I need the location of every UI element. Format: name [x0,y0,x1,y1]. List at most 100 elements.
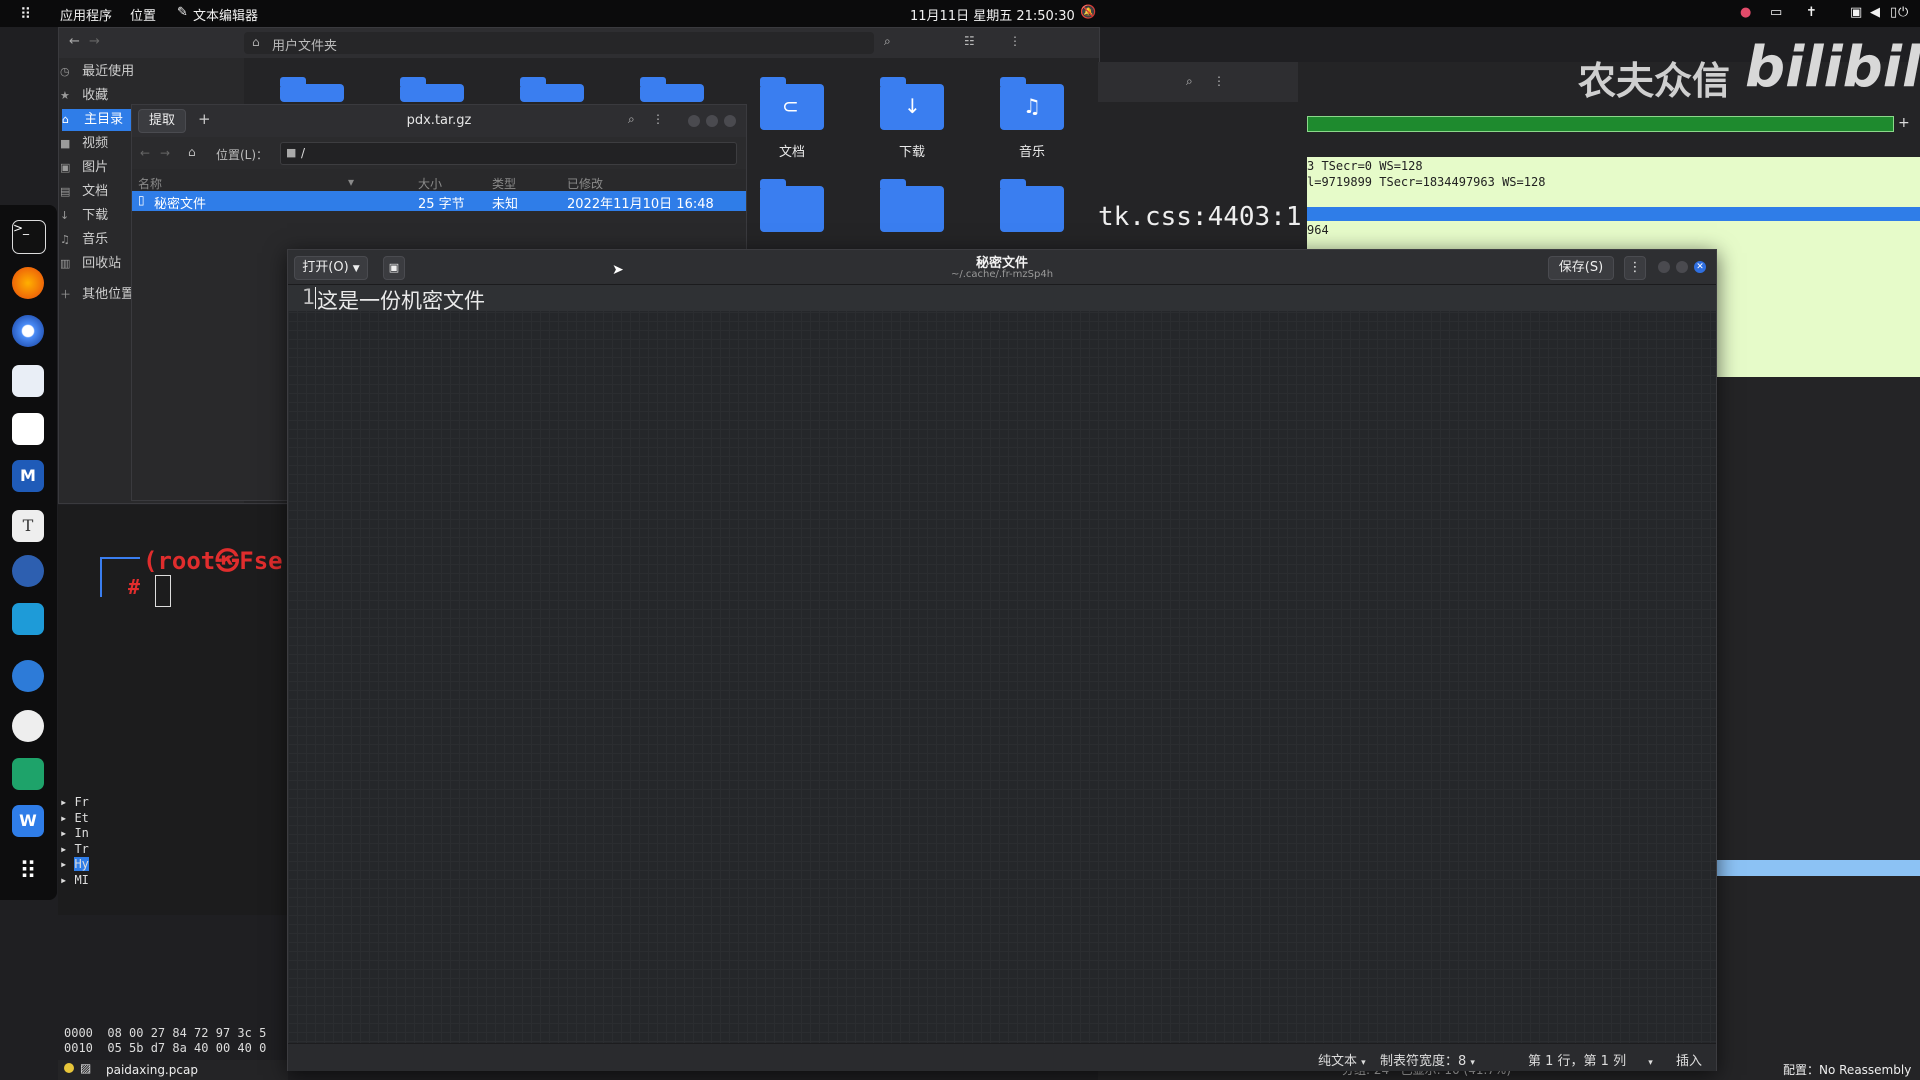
packet-row[interactable]: l=9719899 TSecr=1834497963 WS=128 [1307,175,1545,189]
location-input[interactable]: ■ / [280,142,737,165]
forward-icon[interactable]: → [89,34,100,49]
tray-app-icon[interactable]: ● [1740,5,1751,20]
folder-icon[interactable] [400,77,464,102]
chromium-icon[interactable] [12,315,44,347]
chevron-down-icon: ▾ [1361,1058,1366,1068]
path-location[interactable]: 用户文件夹 [272,35,337,54]
volume-icon[interactable]: ◀ [1870,5,1880,20]
file-type: 未知 [492,197,519,212]
folder-documents[interactable]: ⊂ [760,77,824,130]
firefox-icon[interactable] [12,267,44,299]
display-icon[interactable]: ▣ [1850,5,1862,20]
video-icon: ■ [60,137,71,150]
text-cursor [315,287,316,309]
settings-gear-icon[interactable] [12,710,44,742]
app-grid-icon[interactable]: ⠿ [12,855,44,887]
activities-icon[interactable]: ⠿ [20,5,31,23]
back-icon[interactable]: ← [69,34,80,49]
monitor-icon[interactable] [12,555,44,587]
pencil-icon: ✎ [177,5,188,20]
tab-width-selector[interactable]: 制表符宽度：8 ▾ [1380,1050,1475,1069]
metasploit-icon[interactable]: M [12,460,44,492]
packet-row[interactable]: 964 [1307,223,1329,237]
editor-content[interactable]: 这是一份机密文件 [317,285,485,315]
back-icon[interactable]: ← [140,146,150,160]
maximize-button[interactable] [706,115,718,127]
view-list-icon[interactable]: ☷ [964,34,975,48]
location-value: / [301,146,306,160]
folder-downloads[interactable]: ↓ [880,77,944,130]
syntax-selector[interactable]: 纯文本 ▾ [1318,1050,1366,1069]
editor-statusbar: 纯文本 ▾ 制表符宽度：8 ▾ 第 1 行，第 1 列 ▾ 插入 [288,1043,1716,1071]
save-button[interactable]: 保存(S) [1548,256,1614,280]
menu-icon[interactable]: ⋮ [1624,256,1646,280]
tree-item[interactable]: ▸ Fr [60,795,290,811]
hex-row: 0010 05 5b d7 8a 40 00 40 0 [64,1041,267,1055]
minimize-button[interactable] [1658,261,1670,273]
sidebar-item-recent[interactable]: ◷ 最近使用 [60,61,250,83]
folder-icon[interactable] [760,179,824,232]
files-icon[interactable] [12,365,44,397]
capture-icon[interactable]: ▨ [80,1061,91,1075]
folder-icon[interactable] [640,77,704,102]
tree-item[interactable]: ▸ Tr [60,842,290,858]
profile-label[interactable]: 配置：No Reassembly [1783,1061,1911,1078]
text-editor-icon[interactable] [12,413,44,445]
menu-icon[interactable]: ⋮ [1213,74,1225,88]
menu-icon[interactable]: ⋮ [1009,34,1021,48]
file-size: 25 字节 [418,197,465,212]
packet-row-selected[interactable] [1307,207,1920,221]
forward-icon[interactable]: → [160,146,170,160]
menu-icon[interactable]: ⋮ [652,112,664,126]
places-menu[interactable]: 位置 [130,5,156,24]
folder-music[interactable]: ♫ [1000,77,1064,130]
todesk-icon[interactable] [12,603,44,635]
home-icon[interactable]: ⌂ [188,145,196,159]
wireshark-icon[interactable] [12,660,44,692]
sidebar-item-home[interactable]: ⌂ 主目录 [62,109,137,131]
packet-details-tree[interactable]: ▸ Fr ▸ Et ▸ In ▸ Tr ▸ Hy ▸ MI [60,795,290,888]
accessibility-icon[interactable]: ✝ [1806,5,1817,20]
keyboard-icon[interactable]: ▭ [1770,5,1782,20]
search-icon[interactable]: ⌕ [1186,74,1193,89]
download-icon: ↓ [904,94,921,118]
column-modified[interactable]: 已修改 [567,175,603,192]
display-filter-bar[interactable] [1307,116,1894,132]
folder-icon[interactable] [1000,179,1064,232]
folder-icon[interactable] [520,77,584,102]
close-button[interactable] [724,115,736,127]
table-row[interactable]: ▯ 秘密文件 25 字节 未知 2022年11月10日 16:48 [132,191,746,212]
maximize-button[interactable] [1676,261,1688,273]
column-size[interactable]: 大小 [418,175,442,192]
clock[interactable]: 11月11日 星期五 21:50:30 [910,5,1075,24]
path-bar[interactable]: ⌂ 用户文件夹 [244,32,874,54]
power-icon[interactable]: ⏻ [1898,5,1908,20]
sidebar-item-trash[interactable]: ▥ 回收站 [60,253,135,275]
wps-icon[interactable]: W [12,805,44,837]
active-app-menu[interactable]: 文本编辑器 [193,5,258,24]
editor-text-area[interactable]: 1 这是一份机密文件 [288,285,1716,1043]
search-icon[interactable]: ⌕ [628,112,635,127]
packet-row[interactable]: 3 TSecr=0 WS=128 [1307,159,1423,173]
cursor-position[interactable]: 第 1 行，第 1 列 ▾ [1528,1050,1653,1069]
tree-item[interactable]: ▸ Hy [60,857,290,873]
minimize-button[interactable] [688,115,700,127]
folder-icon[interactable] [280,77,344,102]
tree-item[interactable]: ▸ In [60,826,290,842]
sidebar-item-other[interactable]: ＋ 其他位置 [60,284,135,306]
close-button[interactable]: ✕ [1694,261,1706,273]
add-filter-icon[interactable]: + [1898,115,1910,131]
tree-item[interactable]: ▸ MI [60,873,290,889]
folder-label: 音乐 [1018,145,1045,160]
tree-item[interactable]: ▸ Et [60,811,290,827]
search-icon[interactable]: ⌕ [884,34,891,49]
column-type[interactable]: 类型 [492,175,516,192]
line-number: 1 [302,285,316,309]
battery-icon[interactable]: ▯ [1890,5,1897,20]
folder-icon[interactable] [880,179,944,232]
tool-icon[interactable] [12,758,44,790]
column-name[interactable]: 名称 [138,175,162,192]
typora-icon[interactable]: T [12,510,44,542]
applications-menu[interactable]: 应用程序 [60,5,112,24]
terminal-icon[interactable]: >_ [12,220,46,254]
